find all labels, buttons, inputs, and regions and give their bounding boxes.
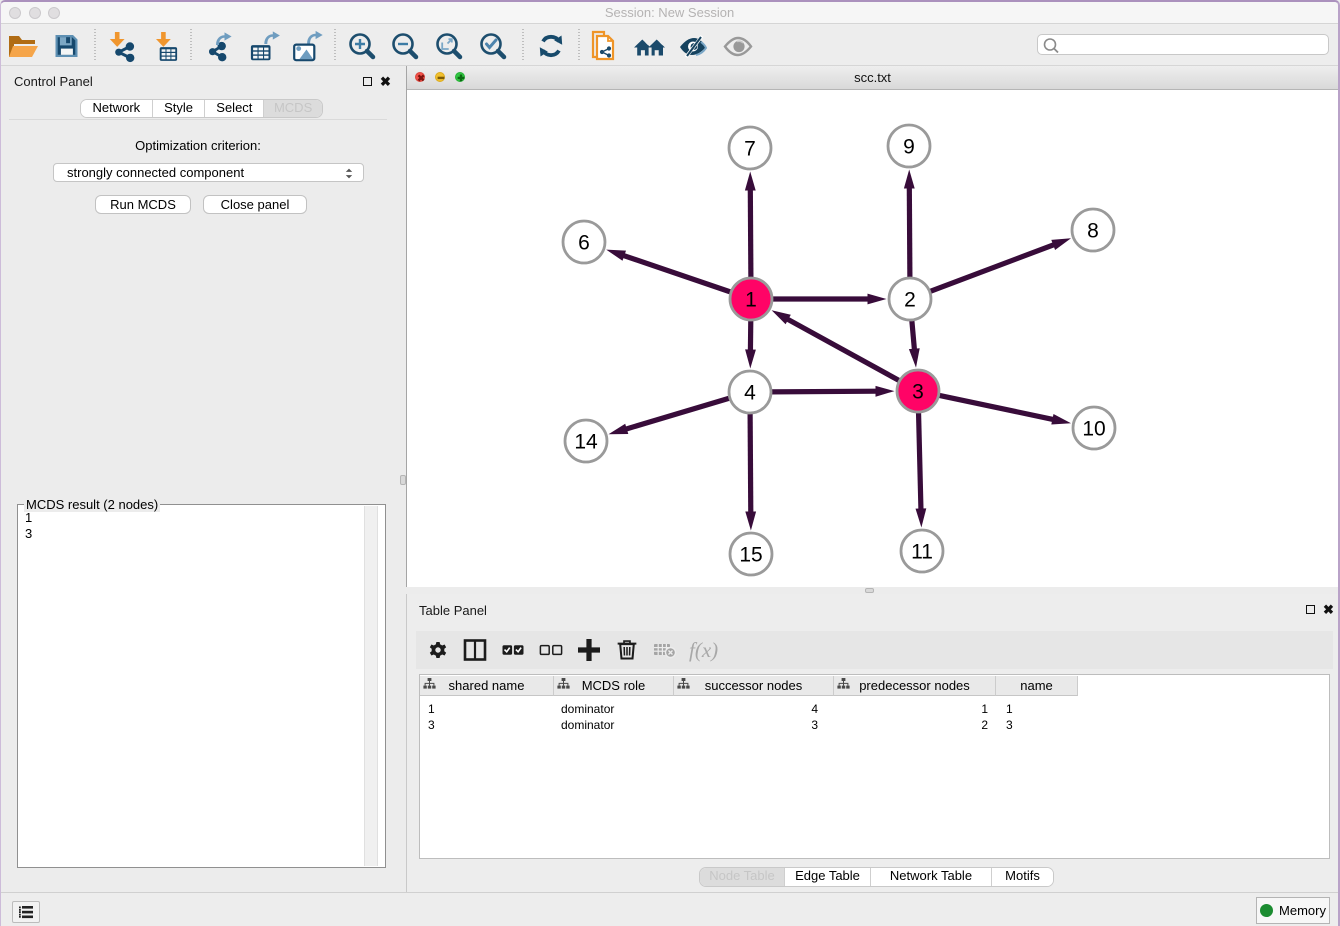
svg-text:4: 4: [744, 382, 756, 405]
svg-text:14: 14: [574, 431, 598, 454]
svg-text:8: 8: [1087, 220, 1099, 243]
svg-text:3: 3: [912, 381, 924, 404]
svg-text:6: 6: [578, 232, 590, 255]
svg-text:1: 1: [745, 289, 757, 312]
svg-text:10: 10: [1082, 418, 1105, 441]
svg-text:f(x): f(x): [689, 638, 718, 662]
svg-text:15: 15: [739, 544, 762, 567]
svg-text:2: 2: [904, 289, 916, 312]
svg-text:7: 7: [744, 138, 756, 161]
svg-text:11: 11: [911, 541, 933, 564]
svg-text:9: 9: [903, 136, 915, 159]
